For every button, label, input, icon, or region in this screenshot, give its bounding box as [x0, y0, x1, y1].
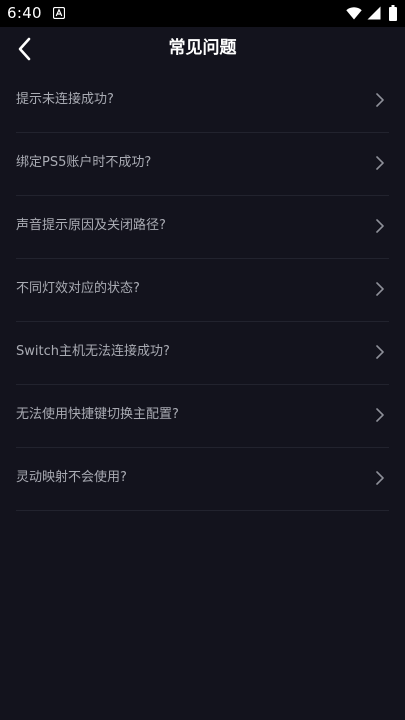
chevron-right-icon: [376, 471, 384, 485]
faq-item-light-effects[interactable]: 不同灯效对应的状态?: [16, 259, 389, 322]
faq-item-smart-mapping[interactable]: 灵动映射不会使用?: [16, 448, 389, 511]
faq-item-sound-prompt[interactable]: 声音提示原因及关闭路径?: [16, 196, 389, 259]
faq-item-not-connected[interactable]: 提示未连接成功?: [16, 70, 389, 133]
faq-item-switch-connect[interactable]: Switch主机无法连接成功?: [16, 322, 389, 385]
app-bar: 常见问题: [0, 27, 405, 71]
faq-question: 声音提示原因及关闭路径?: [16, 218, 166, 233]
faq-question: 绑定PS5账户时不成功?: [16, 155, 152, 170]
faq-screen: 6:40 常见问题 提示未连接成功? 绑定PS5账户时不成功? 声音提示原因及关…: [0, 0, 405, 720]
battery-icon: [389, 5, 397, 21]
wifi-icon: [346, 7, 362, 20]
status-bar: 6:40: [0, 0, 405, 27]
faq-question: 灵动映射不会使用?: [16, 470, 127, 485]
status-time: 6:40: [7, 4, 42, 22]
faq-item-shortcut-switch[interactable]: 无法使用快捷键切换主配置?: [16, 385, 389, 448]
chevron-right-icon: [376, 282, 384, 296]
page-title: 常见问题: [168, 38, 237, 58]
faq-question: 提示未连接成功?: [16, 92, 114, 107]
signal-icon: [367, 6, 381, 20]
chevron-right-icon: [376, 345, 384, 359]
notification-a-icon: [53, 7, 65, 19]
faq-question: 不同灯效对应的状态?: [16, 281, 140, 296]
faq-item-bind-ps5[interactable]: 绑定PS5账户时不成功?: [16, 133, 389, 196]
chevron-right-icon: [376, 93, 384, 107]
chevron-right-icon: [376, 408, 384, 422]
chevron-right-icon: [376, 219, 384, 233]
faq-question: Switch主机无法连接成功?: [16, 344, 170, 359]
faq-question: 无法使用快捷键切换主配置?: [16, 407, 179, 422]
faq-list: 提示未连接成功? 绑定PS5账户时不成功? 声音提示原因及关闭路径? 不同灯效对…: [16, 70, 389, 511]
chevron-right-icon: [376, 156, 384, 170]
